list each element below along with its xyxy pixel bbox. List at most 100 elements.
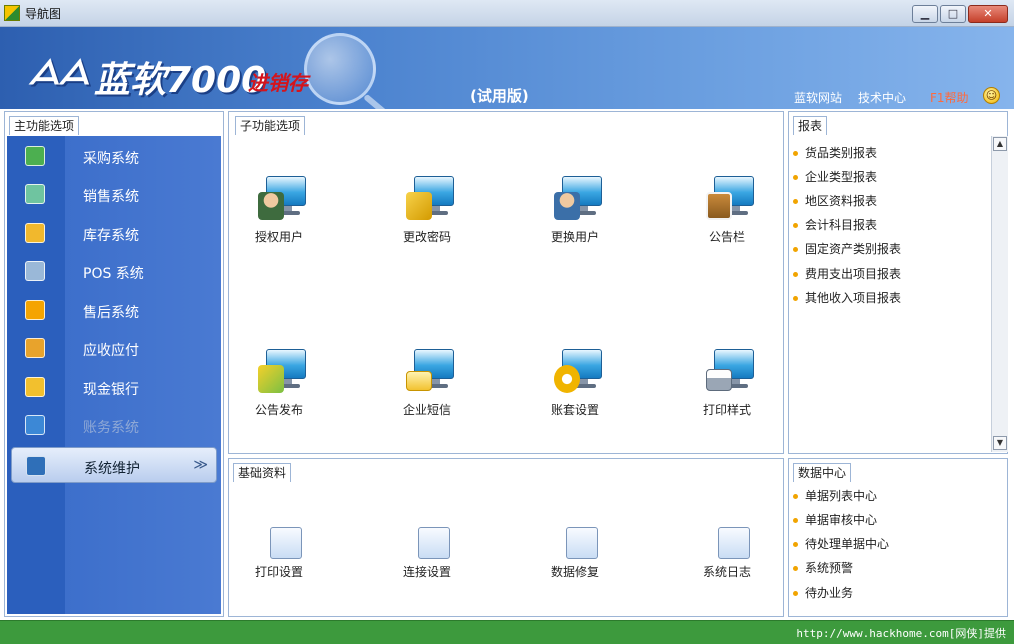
sub-menu-tab: 子功能选项 (235, 116, 306, 135)
tile-account-settings[interactable]: 账套设置 (525, 349, 625, 429)
report-item[interactable]: 货品类别报表 (793, 144, 877, 161)
minimize-button[interactable]: ▁ (912, 5, 938, 23)
tile-authorize-user[interactable]: 授权用户 (229, 176, 329, 256)
product-subtitle: 进销存 (248, 71, 308, 95)
bullet-icon (793, 199, 798, 204)
report-label: 地区资料报表 (805, 194, 878, 208)
menu-item-inventory[interactable]: 库存系统 (7, 215, 221, 251)
report-item[interactable]: 固定资产类别报表 (793, 240, 901, 257)
tile-label: 授权用户 (254, 230, 303, 244)
menu-item-receivables[interactable]: 应收应付 (7, 330, 221, 366)
report-label: 其他收入项目报表 (805, 291, 902, 305)
report-item[interactable]: 企业类型报表 (793, 168, 877, 185)
maximize-button[interactable]: □ (940, 5, 966, 23)
main-menu-panel: 主功能选项 采购系统 销售系统 库存系统 POS 系统 售后系统 应收应付 现金… (4, 111, 224, 617)
menu-item-system-maintenance[interactable]: 系统维护 ≫ (11, 447, 217, 483)
briefcase-icon (25, 338, 45, 358)
system-log-icon (706, 521, 756, 567)
menu-item-pos[interactable]: POS 系统 (7, 253, 221, 289)
menu-item-accounting[interactable]: 账务系统 (7, 407, 221, 443)
link-tech-center[interactable]: 技术中心 (858, 89, 906, 106)
tile-data-repair[interactable]: 数据修复 (525, 521, 625, 601)
tile-label: 公告栏 (708, 230, 745, 244)
publish-notice-icon (258, 349, 308, 395)
menu-item-label: 系统维护 (84, 461, 140, 477)
bullet-icon (793, 296, 798, 301)
tile-label: 公告发布 (254, 403, 303, 417)
bullet-icon (793, 151, 798, 156)
header-banner: ᗋᗋ 蓝软7000 进销存 (试用版) 蓝软网站 技术中心 F1帮助 ☺ (0, 27, 1014, 109)
tile-label: 数据修复 (550, 565, 599, 579)
data-center-item[interactable]: 单据列表中心 (793, 487, 877, 504)
tile-change-password[interactable]: 更改密码 (377, 176, 477, 256)
double-chevron-icon: ≫ (193, 457, 208, 473)
tile-label: 企业短信 (402, 403, 451, 417)
menu-item-label: 售后系统 (83, 305, 139, 321)
reports-scrollbar[interactable]: ▲ ▼ (991, 136, 1008, 452)
product-name: 蓝软7000 (94, 60, 267, 101)
menu-item-label: 应收应付 (83, 343, 139, 359)
link-website[interactable]: 蓝软网站 (794, 89, 842, 106)
tile-label: 账套设置 (550, 403, 599, 417)
tile-label: 打印样式 (702, 403, 751, 417)
bullet-icon (793, 542, 798, 547)
pos-terminal-icon (25, 261, 45, 281)
data-center-item[interactable]: 待处理单据中心 (793, 535, 889, 552)
data-center-item[interactable]: 待办业务 (793, 584, 853, 601)
tile-label: 系统日志 (702, 565, 751, 579)
tile-bulletin-board[interactable]: 公告栏 (677, 176, 777, 256)
scroll-down-icon[interactable]: ▼ (993, 436, 1007, 450)
menu-item-purchase[interactable]: 采购系统 (7, 138, 221, 174)
calculator-icon (25, 184, 45, 204)
tile-switch-user[interactable]: 更换用户 (525, 176, 625, 256)
book-icon (25, 415, 45, 435)
data-center-label: 待办业务 (805, 586, 854, 600)
house-icon (25, 223, 45, 243)
data-center-tab: 数据中心 (793, 463, 852, 482)
tile-label: 连接设置 (402, 565, 451, 579)
menu-item-cash-bank[interactable]: 现金银行 (7, 369, 221, 405)
printer-icon (258, 521, 308, 567)
data-repair-icon (554, 521, 604, 567)
main-menu-list: 采购系统 销售系统 库存系统 POS 系统 售后系统 应收应付 现金银行 账务系… (7, 136, 221, 614)
report-item[interactable]: 地区资料报表 (793, 192, 877, 209)
print-style-icon (706, 349, 756, 395)
close-button[interactable]: ✕ (968, 5, 1008, 23)
menu-item-sales[interactable]: 销售系统 (7, 176, 221, 212)
bullet-icon (793, 566, 798, 571)
report-item[interactable]: 会计科目报表 (793, 216, 877, 233)
tile-connection-settings[interactable]: 连接设置 (377, 521, 477, 601)
tile-label: 打印设置 (254, 565, 303, 579)
link-help[interactable]: F1帮助 (930, 89, 969, 106)
report-item[interactable]: 费用支出项目报表 (793, 265, 901, 282)
tile-system-log[interactable]: 系统日志 (677, 521, 777, 601)
envelope-icon (25, 377, 45, 397)
sub-menu-panel: 子功能选项 授权用户 更改密码 更换用户 公告栏 公告发布 企业短信 账套设置 … (228, 111, 784, 454)
tile-publish-notice[interactable]: 公告发布 (229, 349, 329, 429)
menu-item-label: 库存系统 (83, 228, 139, 244)
bullet-icon (793, 223, 798, 228)
tile-label: 更换用户 (550, 230, 599, 244)
menu-item-label: POS 系统 (83, 266, 144, 282)
report-item[interactable]: 其他收入项目报表 (793, 289, 901, 306)
tile-print-style[interactable]: 打印样式 (677, 349, 777, 429)
smiley-icon[interactable]: ☺ (983, 87, 1000, 104)
menu-item-label: 现金银行 (83, 382, 139, 398)
monitor-icon (26, 456, 46, 476)
basic-data-tab: 基础资料 (233, 463, 292, 482)
report-label: 货品类别报表 (805, 146, 878, 160)
report-label: 企业类型报表 (805, 170, 878, 184)
window-title: 导航图 (25, 7, 62, 21)
menu-item-after-sales[interactable]: 售后系统 (7, 292, 221, 328)
data-center-item[interactable]: 系统预警 (793, 559, 853, 576)
switch-user-icon (554, 176, 604, 222)
bulletin-board-icon (706, 176, 756, 222)
scroll-up-icon[interactable]: ▲ (993, 137, 1007, 151)
bullet-icon (793, 591, 798, 596)
bullet-icon (793, 494, 798, 499)
star-icon (25, 300, 45, 320)
tile-sms[interactable]: 企业短信 (377, 349, 477, 429)
tile-print-settings[interactable]: 打印设置 (229, 521, 329, 601)
data-center-item[interactable]: 单据审核中心 (793, 511, 877, 528)
logo-mark: ᗋᗋ (28, 53, 90, 93)
